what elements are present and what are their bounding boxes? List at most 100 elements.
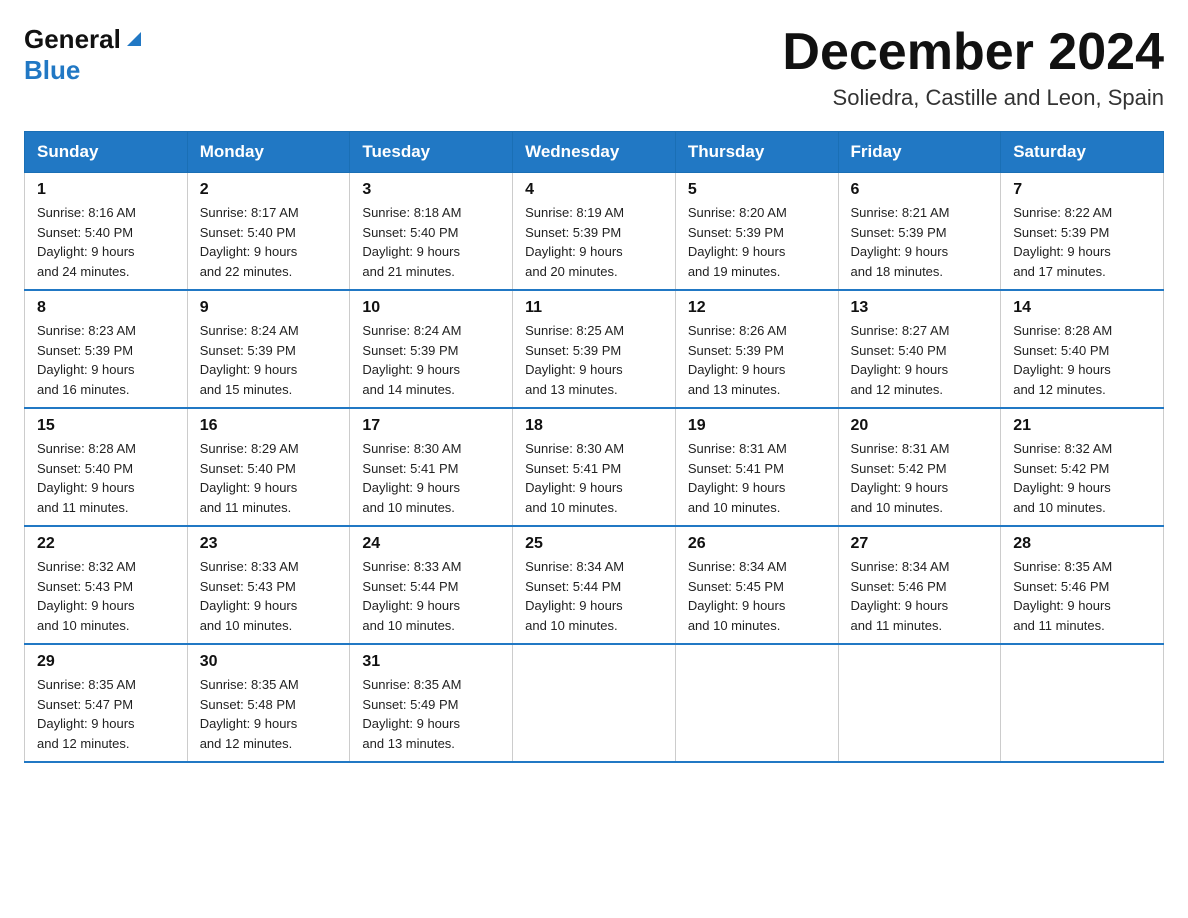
day-number: 11 <box>525 299 663 317</box>
calendar-cell: 31 Sunrise: 8:35 AMSunset: 5:49 PMDayligh… <box>350 644 513 762</box>
calendar-cell: 11 Sunrise: 8:25 AMSunset: 5:39 PMDayligh… <box>513 290 676 408</box>
calendar-cell <box>513 644 676 762</box>
day-number: 7 <box>1013 181 1151 199</box>
calendar-cell: 25Sunrise: 8:34 AMSunset: 5:44 PMDayligh… <box>513 526 676 644</box>
day-info: Sunrise: 8:34 AMSunset: 5:45 PMDaylight:… <box>688 557 826 635</box>
calendar-cell: 22 Sunrise: 8:32 AMSunset: 5:43 PMDayligh… <box>25 526 188 644</box>
day-info: Sunrise: 8:27 AMSunset: 5:40 PMDaylight:… <box>851 321 989 399</box>
calendar-week-row: 15 Sunrise: 8:28 AMSunset: 5:40 PMDayligh… <box>25 408 1164 526</box>
day-info: Sunrise: 8:29 AMSunset: 5:40 PMDaylight:… <box>200 439 338 517</box>
day-info: Sunrise: 8:35 AMSunset: 5:47 PMDaylight:… <box>37 675 175 753</box>
calendar-week-row: 1Sunrise: 8:16 AMSunset: 5:40 PMDaylight… <box>25 173 1164 291</box>
location-title: Soliedra, Castille and Leon, Spain <box>782 85 1164 111</box>
day-number: 12 <box>688 299 826 317</box>
day-info: Sunrise: 8:25 AMSunset: 5:39 PMDaylight:… <box>525 321 663 399</box>
day-number: 23 <box>200 535 338 553</box>
day-info: Sunrise: 8:18 AMSunset: 5:40 PMDaylight:… <box>362 203 500 281</box>
day-info: Sunrise: 8:28 AMSunset: 5:40 PMDaylight:… <box>37 439 175 517</box>
day-number: 18 <box>525 417 663 435</box>
calendar-cell: 14 Sunrise: 8:28 AMSunset: 5:40 PMDayligh… <box>1001 290 1164 408</box>
calendar-header-row: SundayMondayTuesdayWednesdayThursdayFrid… <box>25 132 1164 173</box>
calendar-table: SundayMondayTuesdayWednesdayThursdayFrid… <box>24 131 1164 763</box>
day-info: Sunrise: 8:21 AMSunset: 5:39 PMDaylight:… <box>851 203 989 281</box>
calendar-cell: 2 Sunrise: 8:17 AMSunset: 5:40 PMDaylight… <box>187 173 350 291</box>
col-header-thursday: Thursday <box>675 132 838 173</box>
day-number: 19 <box>688 417 826 435</box>
day-number: 13 <box>851 299 989 317</box>
day-number: 4 <box>525 181 663 199</box>
day-info: Sunrise: 8:35 AMSunset: 5:46 PMDaylight:… <box>1013 557 1151 635</box>
day-info: Sunrise: 8:32 AMSunset: 5:42 PMDaylight:… <box>1013 439 1151 517</box>
day-info: Sunrise: 8:31 AMSunset: 5:41 PMDaylight:… <box>688 439 826 517</box>
calendar-cell: 8Sunrise: 8:23 AMSunset: 5:39 PMDaylight… <box>25 290 188 408</box>
day-number: 15 <box>37 417 175 435</box>
day-info: Sunrise: 8:34 AMSunset: 5:44 PMDaylight:… <box>525 557 663 635</box>
logo: General Blue <box>24 24 145 86</box>
calendar-cell: 17 Sunrise: 8:30 AMSunset: 5:41 PMDayligh… <box>350 408 513 526</box>
page-header: General Blue December 2024 Soliedra, Cas… <box>24 24 1164 111</box>
col-header-tuesday: Tuesday <box>350 132 513 173</box>
day-number: 26 <box>688 535 826 553</box>
logo-general-text: General <box>24 24 121 55</box>
day-number: 22 <box>37 535 175 553</box>
calendar-cell: 4 Sunrise: 8:19 AMSunset: 5:39 PMDaylight… <box>513 173 676 291</box>
calendar-cell: 18 Sunrise: 8:30 AMSunset: 5:41 PMDayligh… <box>513 408 676 526</box>
day-info: Sunrise: 8:34 AMSunset: 5:46 PMDaylight:… <box>851 557 989 635</box>
calendar-cell: 26 Sunrise: 8:34 AMSunset: 5:45 PMDayligh… <box>675 526 838 644</box>
day-number: 9 <box>200 299 338 317</box>
day-info: Sunrise: 8:28 AMSunset: 5:40 PMDaylight:… <box>1013 321 1151 399</box>
title-block: December 2024 Soliedra, Castille and Leo… <box>782 24 1164 111</box>
day-number: 16 <box>200 417 338 435</box>
day-info: Sunrise: 8:24 AMSunset: 5:39 PMDaylight:… <box>362 321 500 399</box>
logo-triangle-icon <box>123 28 145 50</box>
day-number: 10 <box>362 299 500 317</box>
calendar-cell: 12 Sunrise: 8:26 AMSunset: 5:39 PMDayligh… <box>675 290 838 408</box>
calendar-cell: 24 Sunrise: 8:33 AMSunset: 5:44 PMDayligh… <box>350 526 513 644</box>
day-number: 27 <box>851 535 989 553</box>
calendar-cell <box>838 644 1001 762</box>
day-info: Sunrise: 8:26 AMSunset: 5:39 PMDaylight:… <box>688 321 826 399</box>
calendar-cell: 6 Sunrise: 8:21 AMSunset: 5:39 PMDaylight… <box>838 173 1001 291</box>
col-header-friday: Friday <box>838 132 1001 173</box>
day-number: 21 <box>1013 417 1151 435</box>
col-header-monday: Monday <box>187 132 350 173</box>
calendar-cell: 29Sunrise: 8:35 AMSunset: 5:47 PMDayligh… <box>25 644 188 762</box>
day-number: 24 <box>362 535 500 553</box>
calendar-cell: 23 Sunrise: 8:33 AMSunset: 5:43 PMDayligh… <box>187 526 350 644</box>
calendar-cell: 9 Sunrise: 8:24 AMSunset: 5:39 PMDaylight… <box>187 290 350 408</box>
day-info: Sunrise: 8:35 AMSunset: 5:49 PMDaylight:… <box>362 675 500 753</box>
calendar-cell: 1Sunrise: 8:16 AMSunset: 5:40 PMDaylight… <box>25 173 188 291</box>
day-number: 28 <box>1013 535 1151 553</box>
calendar-cell: 20Sunrise: 8:31 AMSunset: 5:42 PMDayligh… <box>838 408 1001 526</box>
calendar-cell: 16 Sunrise: 8:29 AMSunset: 5:40 PMDayligh… <box>187 408 350 526</box>
day-number: 6 <box>851 181 989 199</box>
calendar-cell: 19 Sunrise: 8:31 AMSunset: 5:41 PMDayligh… <box>675 408 838 526</box>
day-info: Sunrise: 8:30 AMSunset: 5:41 PMDaylight:… <box>525 439 663 517</box>
day-number: 1 <box>37 181 175 199</box>
day-info: Sunrise: 8:24 AMSunset: 5:39 PMDaylight:… <box>200 321 338 399</box>
calendar-cell: 30Sunrise: 8:35 AMSunset: 5:48 PMDayligh… <box>187 644 350 762</box>
col-header-wednesday: Wednesday <box>513 132 676 173</box>
day-info: Sunrise: 8:19 AMSunset: 5:39 PMDaylight:… <box>525 203 663 281</box>
calendar-cell: 5Sunrise: 8:20 AMSunset: 5:39 PMDaylight… <box>675 173 838 291</box>
col-header-saturday: Saturday <box>1001 132 1164 173</box>
day-info: Sunrise: 8:32 AMSunset: 5:43 PMDaylight:… <box>37 557 175 635</box>
day-info: Sunrise: 8:30 AMSunset: 5:41 PMDaylight:… <box>362 439 500 517</box>
day-info: Sunrise: 8:33 AMSunset: 5:44 PMDaylight:… <box>362 557 500 635</box>
day-info: Sunrise: 8:22 AMSunset: 5:39 PMDaylight:… <box>1013 203 1151 281</box>
day-number: 31 <box>362 653 500 671</box>
day-info: Sunrise: 8:33 AMSunset: 5:43 PMDaylight:… <box>200 557 338 635</box>
col-header-sunday: Sunday <box>25 132 188 173</box>
calendar-week-row: 8Sunrise: 8:23 AMSunset: 5:39 PMDaylight… <box>25 290 1164 408</box>
day-info: Sunrise: 8:17 AMSunset: 5:40 PMDaylight:… <box>200 203 338 281</box>
month-title: December 2024 <box>782 24 1164 81</box>
calendar-week-row: 22 Sunrise: 8:32 AMSunset: 5:43 PMDayligh… <box>25 526 1164 644</box>
day-info: Sunrise: 8:35 AMSunset: 5:48 PMDaylight:… <box>200 675 338 753</box>
day-number: 14 <box>1013 299 1151 317</box>
day-number: 2 <box>200 181 338 199</box>
calendar-cell: 15 Sunrise: 8:28 AMSunset: 5:40 PMDayligh… <box>25 408 188 526</box>
day-number: 17 <box>362 417 500 435</box>
calendar-cell: 28 Sunrise: 8:35 AMSunset: 5:46 PMDayligh… <box>1001 526 1164 644</box>
day-number: 20 <box>851 417 989 435</box>
calendar-cell: 13 Sunrise: 8:27 AMSunset: 5:40 PMDayligh… <box>838 290 1001 408</box>
